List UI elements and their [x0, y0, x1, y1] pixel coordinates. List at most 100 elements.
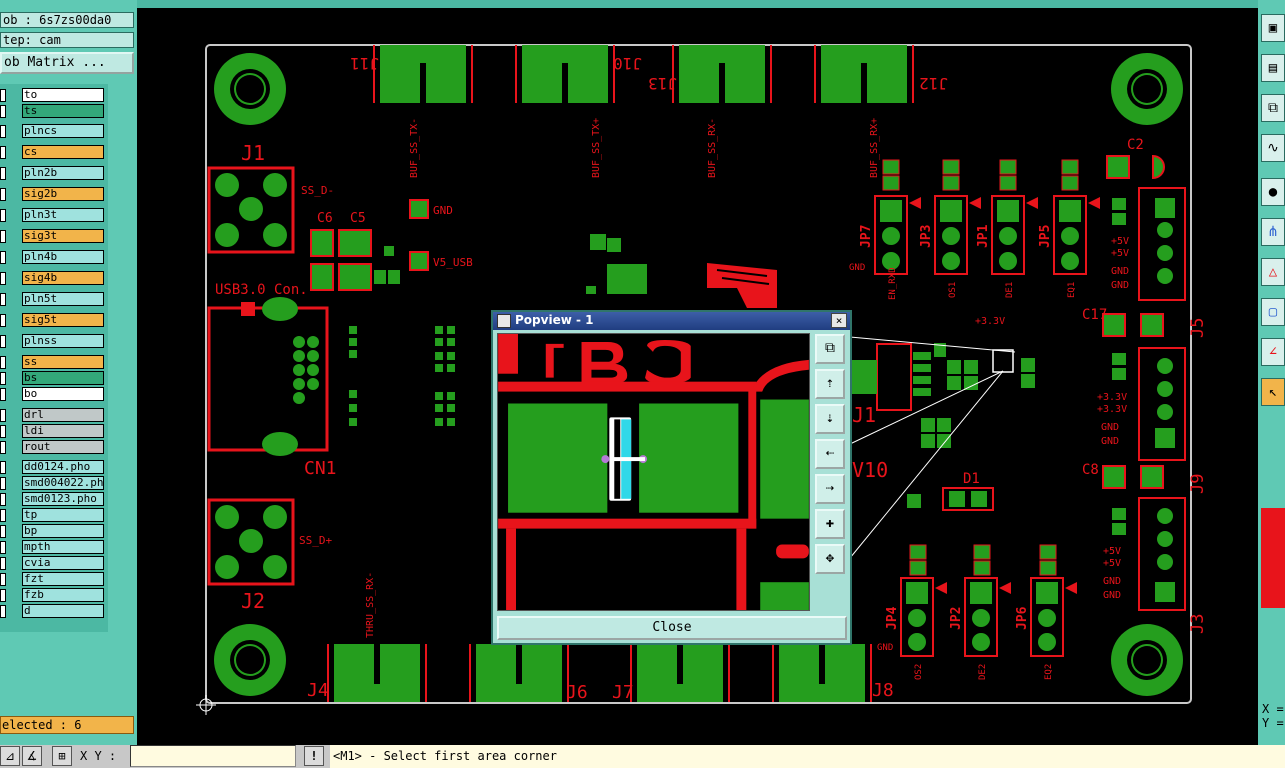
layer-label[interactable]: bs	[22, 371, 104, 385]
layer-checkbox[interactable]	[0, 461, 6, 474]
layer-row[interactable]: pln2b	[0, 166, 106, 181]
layer-label[interactable]: pln2b	[22, 166, 104, 180]
layer-row[interactable]: sig4b	[0, 271, 106, 286]
route-icon[interactable]: ∿	[1261, 134, 1285, 162]
layer-checkbox[interactable]	[0, 605, 6, 618]
layer-checkbox[interactable]	[0, 293, 6, 306]
layer-row[interactable]: bs	[0, 371, 106, 386]
layer-label[interactable]: rout	[22, 440, 104, 454]
job-matrix-button[interactable]: ob Matrix ...	[0, 52, 134, 74]
layer-checkbox[interactable]	[0, 525, 6, 538]
layer-checkbox[interactable]	[0, 493, 6, 506]
layer-row[interactable]: pln5t	[0, 292, 106, 307]
layer-label[interactable]: fzb	[22, 588, 104, 602]
layer-row[interactable]: sig2b	[0, 187, 106, 202]
layer-label[interactable]: ss	[22, 355, 104, 369]
layer-checkbox[interactable]	[0, 335, 6, 348]
snap-icon[interactable]: ⊿	[0, 746, 20, 766]
layer-row[interactable]: sig3t	[0, 229, 106, 244]
layer-label[interactable]: pln4b	[22, 250, 104, 264]
select-box-icon[interactable]: ▢	[1261, 298, 1285, 326]
layer-checkbox[interactable]	[0, 477, 6, 490]
popview-zoom-fit-button[interactable]: ⧉	[815, 334, 845, 364]
layer-label[interactable]: tp	[22, 508, 104, 522]
layer-checkbox[interactable]	[0, 441, 6, 454]
layer-row[interactable]: smd0123.pho	[0, 492, 106, 507]
xy-input[interactable]	[130, 745, 296, 767]
layer-label[interactable]: sig4b	[22, 271, 104, 285]
popview-zoom-out-button[interactable]: ✥	[815, 544, 845, 574]
layer-row[interactable]: rout	[0, 440, 106, 455]
layer-label[interactable]: drl	[22, 408, 104, 422]
layer-label[interactable]: pln3t	[22, 208, 104, 222]
layer-row[interactable]: d	[0, 604, 106, 619]
layer-checkbox[interactable]	[0, 209, 6, 222]
layer-checkbox[interactable]	[0, 372, 6, 385]
copy-icon[interactable]: ⧉	[1261, 94, 1285, 122]
layer-label[interactable]: smd004022.ph	[22, 476, 104, 490]
layer-row[interactable]: fzb	[0, 588, 106, 603]
layer-checkbox[interactable]	[0, 425, 6, 438]
ruler-icon[interactable]: ∡	[22, 746, 42, 766]
layer-row[interactable]: bp	[0, 524, 106, 539]
layer-row[interactable]: cs	[0, 145, 106, 160]
popview-pan-right-button[interactable]: ⇢	[815, 474, 845, 504]
network-icon[interactable]: ⋔	[1261, 218, 1285, 246]
layer-label[interactable]: plnss	[22, 334, 104, 348]
layer-checkbox[interactable]	[0, 105, 6, 118]
layer-label[interactable]: cs	[22, 145, 104, 159]
layer-label[interactable]: sig2b	[22, 187, 104, 201]
layer-row[interactable]: plnss	[0, 334, 106, 349]
popview-pan-up-button[interactable]: ⇡	[815, 369, 845, 399]
layer-label[interactable]: sig5t	[22, 313, 104, 327]
layer-checkbox[interactable]	[0, 230, 6, 243]
layer-checkbox[interactable]	[0, 125, 6, 138]
layer-label[interactable]: ldi	[22, 424, 104, 438]
layer-row[interactable]: ss	[0, 355, 106, 370]
layer-row[interactable]: pln4b	[0, 250, 106, 265]
popview-titlebar[interactable]: Popview - 1	[493, 312, 850, 330]
layer-row[interactable]: drl	[0, 408, 106, 423]
layer-checkbox[interactable]	[0, 541, 6, 554]
window-menu-icon[interactable]	[497, 314, 511, 328]
layer-checkbox[interactable]	[0, 589, 6, 602]
layer-checkbox[interactable]	[0, 409, 6, 422]
layer-label[interactable]: to	[22, 88, 104, 102]
layer-label[interactable]: bo	[22, 387, 104, 401]
layer-checkbox[interactable]	[0, 188, 6, 201]
layer-checkbox[interactable]	[0, 89, 6, 102]
layer-row[interactable]: smd004022.ph	[0, 476, 106, 491]
layer-row[interactable]: bo	[0, 387, 106, 402]
layer-checkbox[interactable]	[0, 388, 6, 401]
layer-row[interactable]: to	[0, 88, 106, 103]
layer-label[interactable]: d	[22, 604, 104, 618]
measure-icon[interactable]: △	[1261, 258, 1285, 286]
layer-checkbox[interactable]	[0, 509, 6, 522]
layer-label[interactable]: ts	[22, 104, 104, 118]
layer-checkbox[interactable]	[0, 167, 6, 180]
layer-checkbox[interactable]	[0, 557, 6, 570]
layer-label[interactable]: bp	[22, 524, 104, 538]
pointer-icon[interactable]: ↖	[1261, 378, 1285, 406]
layer-row[interactable]: cvia	[0, 556, 106, 571]
layer-checkbox[interactable]	[0, 314, 6, 327]
exclamation-icon[interactable]: !	[304, 746, 324, 766]
popview-canvas[interactable]	[497, 333, 810, 611]
circle-icon[interactable]: ●	[1261, 178, 1285, 206]
layer-checkbox[interactable]	[0, 146, 6, 159]
layer-row[interactable]: plncs	[0, 124, 106, 139]
layer-row[interactable]: tp	[0, 508, 106, 523]
layer-checkbox[interactable]	[0, 251, 6, 264]
grid-icon[interactable]: ⊞	[52, 746, 72, 766]
close-icon[interactable]: ×	[831, 313, 847, 328]
layer-row[interactable]: ldi	[0, 424, 106, 439]
layer-label[interactable]: fzt	[22, 572, 104, 586]
layer-checkbox[interactable]	[0, 272, 6, 285]
layer-row[interactable]: pln3t	[0, 208, 106, 223]
popview-close-button[interactable]: Close	[497, 616, 847, 640]
popview-pan-down-button[interactable]: ⇣	[815, 404, 845, 434]
layer-label[interactable]: plncs	[22, 124, 104, 138]
layer-row[interactable]: dd0124.pho	[0, 460, 106, 475]
layer-label[interactable]: dd0124.pho	[22, 460, 104, 474]
layer-label[interactable]: mpth	[22, 540, 104, 554]
